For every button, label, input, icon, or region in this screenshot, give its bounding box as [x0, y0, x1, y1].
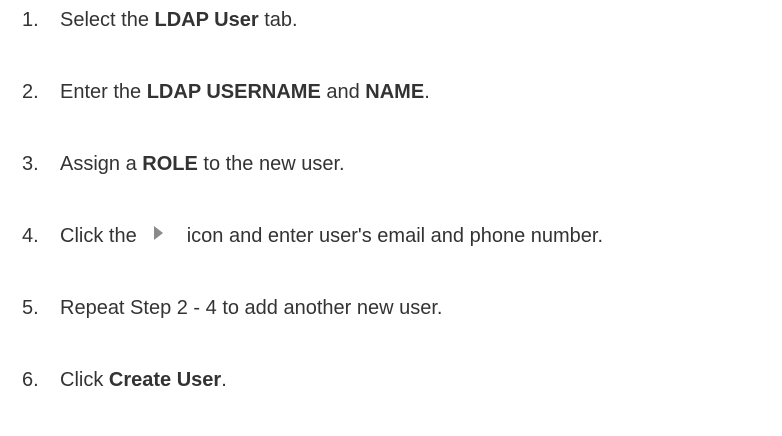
- step-number: 5.: [22, 297, 39, 319]
- step-text-pre: Click: [60, 369, 109, 391]
- step-text-bold-ldap-username: LDAP USERNAME: [146, 81, 321, 103]
- step-text: Repeat Step 2 - 4 to add another new use…: [60, 297, 443, 319]
- step-number: 2.: [22, 81, 39, 103]
- step-text: Enter the LDAP USERNAME and NAME.: [60, 77, 430, 107]
- step-text-pre: Assign a: [60, 153, 143, 175]
- step-number: 6.: [22, 369, 39, 391]
- step-text-bold: LDAP User: [154, 9, 259, 31]
- step-text-pre: Select the: [60, 9, 155, 31]
- step-number: 1.: [22, 9, 39, 31]
- step-text: Click the icon and enter user's email and…: [60, 221, 603, 251]
- step-text: Click Create User.: [60, 365, 227, 395]
- step-text-post: .: [424, 81, 430, 103]
- step-text: Assign a ROLE to the new user.: [60, 149, 345, 179]
- step-text-post: icon and enter user's email and phone nu…: [186, 225, 604, 247]
- step-text-post: tab.: [258, 9, 298, 31]
- step-text-pre: Enter the: [60, 81, 147, 103]
- step-number: 3.: [22, 153, 39, 175]
- step-text-post: .: [221, 369, 227, 391]
- step-text-bold: Create User: [108, 369, 222, 391]
- play-triangle-icon: [153, 225, 163, 240]
- step-number: 4.: [22, 225, 39, 247]
- step-text-bold-name: NAME: [365, 81, 425, 103]
- step-text: Select the LDAP User tab.: [60, 5, 298, 35]
- step-text-bold: ROLE: [142, 153, 198, 175]
- step-text-pre: Click the: [60, 225, 137, 247]
- step-text-post: to the new user.: [197, 153, 345, 175]
- step-text-mid: and: [320, 81, 366, 103]
